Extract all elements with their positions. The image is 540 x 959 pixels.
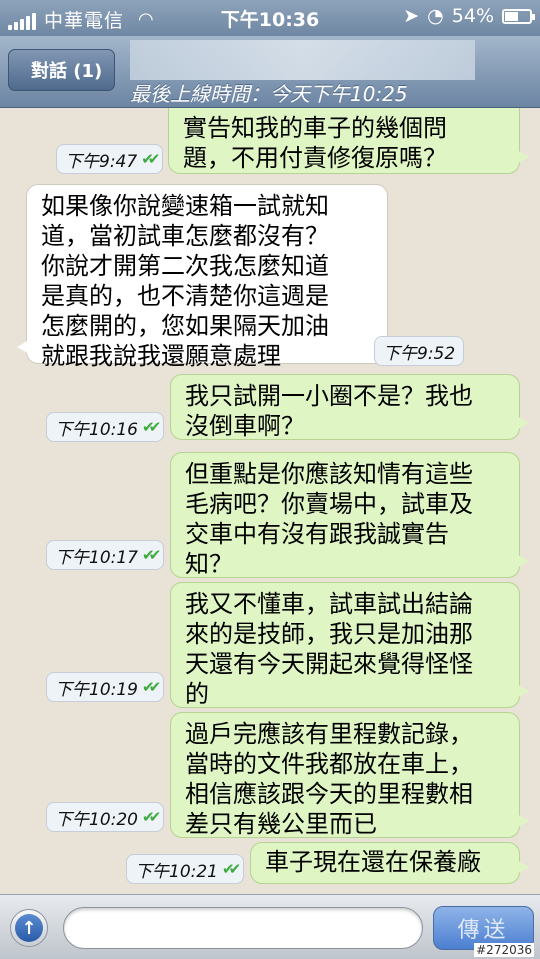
message-line: 是真的，也不清楚你這週是 — [41, 282, 329, 310]
status-bar: 中華電信 ◠ 下午10:36 ➤ ◔ 54% — [0, 0, 540, 36]
timestamp-text: 下午10:17 — [55, 547, 138, 568]
message-line: 當時的文件我都放在車上， — [185, 750, 473, 778]
timestamp-text: 下午9:47 — [65, 151, 138, 172]
message-line: 就跟我說我還願意處理 — [41, 342, 281, 370]
message-timestamp: 下午10:19 ✔✔ — [46, 672, 165, 702]
battery-icon — [502, 8, 535, 24]
nav-bar: 對話 (1) 最後上線時間：今天下午10:25 — [0, 36, 540, 108]
message-timestamp: 下午9:47 ✔✔ — [56, 144, 164, 174]
send-button-label: 傳送 — [457, 918, 510, 943]
message-line: 差只有幾公里而已 — [185, 810, 377, 838]
message-line: 道，當初試車怎麼都沒有？ — [41, 222, 329, 250]
alarm-icon: ◔ — [427, 5, 444, 27]
read-ticks-icon: ✔✔ — [142, 418, 161, 436]
message-line: 實告知我的車子的幾個問 — [183, 114, 447, 142]
attach-button[interactable]: ↑ — [10, 909, 48, 947]
message-bubble-outgoing[interactable]: 實告知我的車子的幾個問 題，不用付責修復原嗎？ — [168, 108, 529, 174]
read-ticks-icon: ✔✔ — [141, 150, 160, 168]
message-line: 沒倒車啊？ — [185, 412, 305, 440]
read-ticks-icon: ✔✔ — [142, 808, 161, 826]
message-bubble-outgoing[interactable]: 車子現在還在保養廠 — [250, 842, 529, 884]
message-line: 我又不懂車，試車試出結論 — [185, 590, 473, 618]
message-line: 題，不用付責修復原嗎？ — [183, 144, 447, 172]
back-button[interactable]: 對話 (1) — [8, 49, 116, 91]
message-line: 如果像你說變速箱一試就知 — [41, 192, 329, 220]
message-bubble-outgoing[interactable]: 但重點是你應該知情有這些 毛病吧？你賣場中，試車及 交車中有沒有跟我誠實告 知？ — [170, 452, 529, 578]
message-line: 車子現在還在保養廠 — [265, 848, 481, 876]
message-timestamp: 下午10:17 ✔✔ — [46, 540, 165, 570]
battery-percent: 54% — [451, 5, 494, 27]
message-line: 知？ — [185, 550, 233, 578]
message-line: 的 — [185, 680, 209, 708]
message-line: 怎麼開的，您如果隔天加油 — [41, 312, 329, 340]
read-ticks-icon: ✔✔ — [142, 546, 161, 564]
message-line: 交車中有沒有跟我誠實告 — [185, 520, 449, 548]
message-bubble-incoming[interactable]: 如果像你說變速箱一試就知 道，當初試車怎麼都沒有？ 你說才開第二次我怎麼知道 是… — [17, 184, 388, 370]
message-bubble-outgoing[interactable]: 我只試開一小圈不是？我也 沒倒車啊？ — [170, 374, 529, 440]
watermark: #272036 — [474, 943, 534, 957]
message-line: 我只試開一小圈不是？我也 — [185, 382, 473, 410]
location-icon: ➤ — [403, 5, 420, 27]
last-seen-status: 最後上線時間：今天下午10:25 — [130, 82, 408, 106]
back-button-label: 對話 (1) — [31, 61, 103, 82]
upload-arrow-icon: ↑ — [15, 914, 43, 942]
message-bubble-outgoing[interactable]: 過戶完應該有里程數記錄， 當時的文件我都放在車上， 相信應該跟今天的里程數相 差… — [170, 712, 529, 838]
message-timestamp: 下午10:20 ✔✔ — [46, 802, 165, 832]
message-timestamp: 下午9:52 — [374, 336, 465, 366]
message-line: 過戶完應該有里程數記錄， — [185, 720, 473, 748]
input-bar: ↑ 傳送 #272036 — [0, 894, 540, 959]
message-line: 毛病吧？你賣場中，試車及 — [185, 490, 473, 518]
message-bubble-outgoing[interactable]: 我又不懂車，試車試出結論 來的是技師，我只是加油那 天還有今天開起來覺得怪怪 的 — [170, 582, 529, 708]
timestamp-text: 下午10:21 — [135, 861, 218, 882]
message-timestamp: 下午10:16 ✔✔ — [46, 412, 165, 442]
contact-name-redacted — [130, 40, 475, 80]
message-line: 來的是技師，我只是加油那 — [185, 620, 473, 648]
timestamp-text: 下午10:16 — [55, 419, 138, 440]
message-line: 相信應該跟今天的里程數相 — [185, 780, 473, 808]
timestamp-text: 下午10:20 — [55, 809, 138, 830]
message-timestamp: 下午10:21 ✔✔ — [126, 854, 245, 884]
chat-area[interactable]: 實告知我的車子的幾個問 題，不用付責修復原嗎？ 下午9:47 ✔✔ 如果像你說變… — [0, 108, 540, 894]
message-line: 但重點是你應該知情有這些 — [185, 460, 473, 488]
read-ticks-icon: ✔✔ — [222, 860, 241, 878]
read-ticks-icon: ✔✔ — [142, 678, 161, 696]
message-line: 天還有今天開起來覺得怪怪 — [185, 650, 473, 678]
message-line: 你說才開第二次我怎麼知道 — [41, 252, 329, 280]
message-input[interactable] — [63, 907, 423, 949]
timestamp-text: 下午9:52 — [383, 343, 456, 364]
timestamp-text: 下午10:19 — [55, 679, 138, 700]
